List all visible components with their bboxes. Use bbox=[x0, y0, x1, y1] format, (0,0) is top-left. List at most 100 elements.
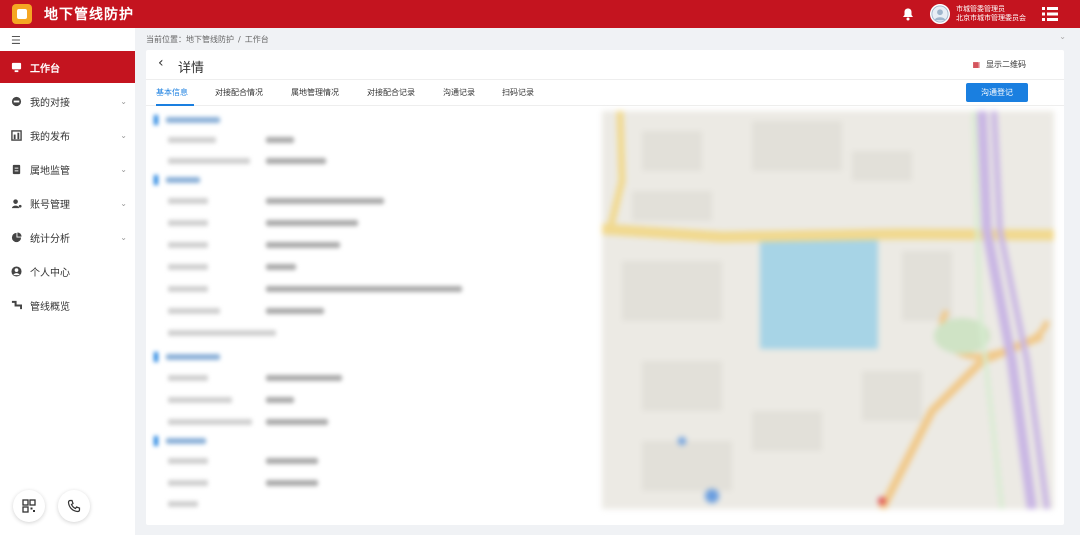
sidebar-item-account-management[interactable]: 账号管理 ⌄ bbox=[0, 187, 135, 219]
sidebar: ☰ 工作台 我的对接 ⌄ 我的发布 ⌄ 属地监管 ⌄ 账号管理 ⌄ 统计分析 ⌄… bbox=[0, 28, 135, 535]
sidebar-item-my-docking[interactable]: 我的对接 ⌄ bbox=[0, 85, 135, 117]
detail-panel: ‹ 详情 ▦ 显示二维码 基本信息 对接配合情况 属地管理情况 对接配合记录 沟… bbox=[146, 50, 1064, 525]
sidebar-item-label: 个人中心 bbox=[30, 267, 70, 279]
detail-header: ‹ 详情 ▦ 显示二维码 bbox=[146, 50, 1064, 80]
detail-tabs: 基本信息 对接配合情况 属地管理情况 对接配合记录 沟通记录 扫码记录 bbox=[146, 80, 1064, 106]
breadcrumb: 当前位置：地下管线防护 / 工作台 bbox=[146, 34, 269, 45]
location-map[interactable] bbox=[602, 111, 1054, 509]
clipboard-icon bbox=[12, 164, 21, 174]
section-marker bbox=[154, 115, 158, 125]
top-bar: 地下管线防护 市城管委管理员 北京市城市管理委员会 bbox=[0, 0, 1080, 28]
page-title: 详情 bbox=[178, 61, 205, 76]
field-label bbox=[168, 264, 208, 270]
sidebar-item-pipeline-overview[interactable]: 管线概览 bbox=[0, 289, 135, 321]
field-value bbox=[266, 264, 296, 270]
show-qrcode-link[interactable]: ▦ 显示二维码 bbox=[972, 59, 1026, 70]
hamburger-icon[interactable]: ☰ bbox=[11, 34, 21, 47]
field-label bbox=[168, 480, 208, 486]
communication-register-button[interactable]: 沟通登记 bbox=[966, 83, 1028, 102]
sidebar-item-label: 属地监管 bbox=[30, 165, 70, 177]
user-role: 市城管委管理员 bbox=[956, 5, 1005, 13]
field-label bbox=[168, 375, 208, 381]
field-value bbox=[266, 198, 384, 204]
top-right-area: 市城管委管理员 北京市城市管理委员会 bbox=[900, 0, 1080, 28]
app-title: 地下管线防护 bbox=[44, 7, 134, 23]
bell-icon[interactable] bbox=[900, 6, 916, 22]
map-canvas bbox=[602, 111, 1054, 509]
breadcrumb-prefix: 当前位置： bbox=[146, 35, 186, 44]
field-label bbox=[168, 158, 250, 164]
back-arrow-icon[interactable]: ‹ bbox=[158, 55, 164, 71]
sidebar-item-label: 工作台 bbox=[30, 63, 60, 75]
field-label bbox=[168, 286, 208, 292]
sidebar-item-workbench[interactable]: 工作台 bbox=[0, 51, 135, 83]
show-qrcode-label: 显示二维码 bbox=[986, 60, 1026, 69]
field-label bbox=[168, 220, 208, 226]
breadcrumb-item[interactable]: 工作台 bbox=[245, 35, 269, 44]
sidebar-item-label: 我的对接 bbox=[30, 97, 70, 109]
tab-scan-records[interactable]: 扫码记录 bbox=[502, 87, 534, 98]
field-value bbox=[266, 480, 318, 486]
tab-basic-info[interactable]: 基本信息 bbox=[156, 87, 188, 98]
phone-button[interactable] bbox=[58, 490, 90, 522]
field-label bbox=[168, 458, 208, 464]
field-label bbox=[168, 242, 208, 248]
field-value bbox=[266, 308, 324, 314]
workbench-icon bbox=[11, 62, 22, 72]
qrcode-button[interactable] bbox=[13, 490, 45, 522]
qrcode-icon bbox=[22, 499, 36, 513]
sidebar-item-territorial-supervision[interactable]: 属地监管 ⌄ bbox=[0, 153, 135, 185]
breadcrumb-item[interactable]: 地下管线防护 bbox=[186, 35, 234, 44]
section-title bbox=[166, 354, 220, 360]
user-info[interactable]: 市城管委管理员 北京市城市管理委员会 bbox=[956, 5, 1034, 23]
section-marker bbox=[154, 352, 158, 362]
sidebar-item-personal-center[interactable]: 个人中心 bbox=[0, 255, 135, 287]
field-value bbox=[266, 137, 294, 143]
tab-communication-records[interactable]: 沟通记录 bbox=[443, 87, 475, 98]
app-logo-icon bbox=[12, 4, 32, 24]
sidebar-item-my-publish[interactable]: 我的发布 ⌄ bbox=[0, 119, 135, 151]
field-label bbox=[168, 137, 216, 143]
field-value bbox=[266, 419, 328, 425]
chevron-down-icon[interactable]: ⌄ bbox=[1059, 32, 1066, 41]
sidebar-item-label: 统计分析 bbox=[30, 233, 70, 245]
section-title bbox=[166, 117, 220, 123]
person-icon bbox=[11, 265, 22, 277]
field-value bbox=[266, 286, 462, 292]
field-label bbox=[168, 330, 276, 336]
chevron-down-icon: ⌄ bbox=[120, 198, 127, 208]
field-value bbox=[266, 397, 294, 403]
field-value bbox=[266, 375, 342, 381]
field-label bbox=[168, 419, 252, 425]
publish-icon bbox=[11, 129, 22, 141]
breadcrumb-separator: / bbox=[238, 35, 241, 44]
tab-docking-records[interactable]: 对接配合记录 bbox=[367, 87, 415, 98]
user-avatar-icon[interactable] bbox=[930, 4, 950, 24]
pie-chart-icon bbox=[11, 231, 22, 242]
field-value bbox=[266, 158, 326, 164]
section-marker bbox=[154, 175, 158, 185]
handshake-icon bbox=[11, 96, 22, 106]
field-label bbox=[168, 397, 232, 403]
active-tab-indicator bbox=[156, 104, 194, 106]
chevron-down-icon: ⌄ bbox=[120, 130, 127, 140]
field-value bbox=[266, 220, 358, 226]
menu-list-icon[interactable] bbox=[1042, 7, 1058, 21]
pipeline-icon bbox=[11, 300, 22, 309]
user-org: 北京市城市管理委员会 bbox=[956, 14, 1026, 22]
chevron-down-icon: ⌄ bbox=[120, 164, 127, 174]
sidebar-item-statistics[interactable]: 统计分析 ⌄ bbox=[0, 221, 135, 253]
sidebar-item-label: 我的发布 bbox=[30, 131, 70, 143]
section-title bbox=[166, 438, 206, 444]
qrcode-icon: ▦ bbox=[972, 60, 980, 69]
field-label bbox=[168, 501, 198, 507]
tab-docking-status[interactable]: 对接配合情况 bbox=[215, 87, 263, 98]
section-marker bbox=[154, 436, 158, 446]
field-value bbox=[266, 458, 318, 464]
sidebar-item-label: 管线概览 bbox=[30, 301, 70, 313]
section-title bbox=[166, 177, 200, 183]
account-icon bbox=[11, 198, 22, 208]
tab-territorial-status[interactable]: 属地管理情况 bbox=[291, 87, 339, 98]
chevron-down-icon: ⌄ bbox=[120, 96, 127, 106]
field-label bbox=[168, 198, 208, 204]
